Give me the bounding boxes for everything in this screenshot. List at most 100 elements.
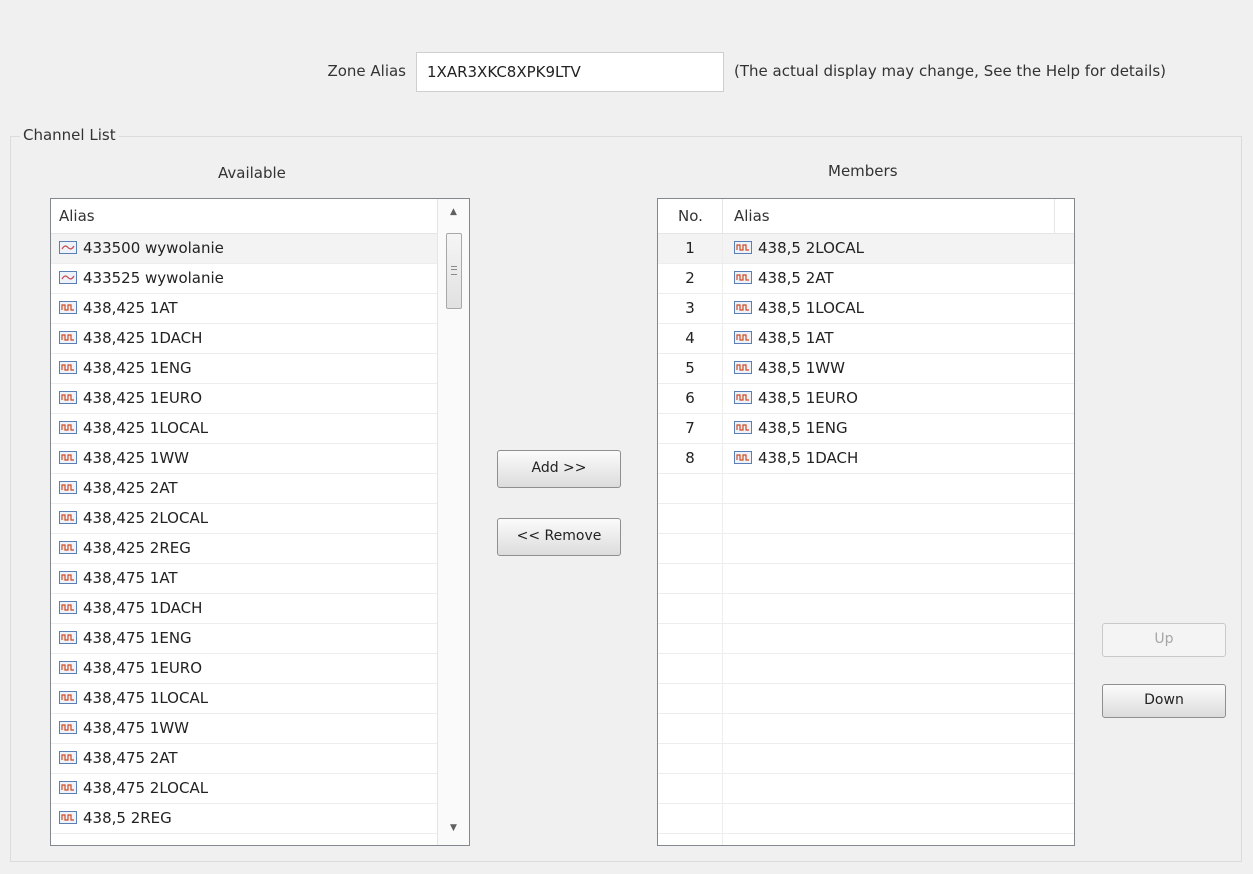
list-item-label: 438,475 1LOCAL: [83, 689, 209, 707]
table-row[interactable]: 2 438,5 2AT: [658, 264, 1074, 294]
list-item-label: 438,425 2LOCAL: [83, 509, 209, 527]
add-button[interactable]: Add >>: [497, 450, 621, 488]
analog-channel-icon: [59, 271, 77, 284]
digital-channel-icon: [59, 391, 77, 404]
digital-channel-icon: [59, 421, 77, 434]
list-item-label: 438,425 1EURO: [83, 389, 203, 407]
list-item-label: 438,475 2LOCAL: [83, 779, 209, 797]
digital-channel-icon: [59, 601, 77, 614]
digital-channel-icon: [59, 571, 77, 584]
zone-alias-label: Zone Alias: [327, 62, 406, 80]
table-row[interactable]: 6 438,5 1EURO: [658, 384, 1074, 414]
member-label: 438,5 1LOCAL: [758, 299, 864, 317]
empty-row: [658, 804, 1074, 834]
list-item-label: 438,425 1DACH: [83, 329, 203, 347]
available-title: Available: [218, 164, 286, 182]
digital-channel-icon: [59, 511, 77, 524]
member-label: 438,5 1AT: [758, 329, 834, 347]
empty-row: [658, 504, 1074, 534]
empty-row: [658, 474, 1074, 504]
down-button[interactable]: Down: [1102, 684, 1226, 718]
digital-channel-icon: [59, 301, 77, 314]
list-item[interactable]: 433525 wywolanie: [51, 264, 469, 294]
digital-channel-icon: [734, 271, 752, 284]
list-item[interactable]: 438,475 1DACH: [51, 594, 469, 624]
available-scrollbar[interactable]: ▲ ▼: [437, 199, 469, 845]
alias-column-header[interactable]: Alias: [59, 207, 95, 225]
digital-channel-icon: [59, 331, 77, 344]
list-item[interactable]: 438,5 2REG: [51, 804, 469, 834]
member-number: 4: [685, 329, 695, 347]
empty-row: [658, 744, 1074, 774]
list-item[interactable]: 438,475 2AT: [51, 744, 469, 774]
list-item[interactable]: 438,425 1ENG: [51, 354, 469, 384]
members-title: Members: [828, 162, 898, 180]
alias-column-header[interactable]: Alias: [734, 207, 770, 225]
list-item[interactable]: 438,475 1EURO: [51, 654, 469, 684]
digital-channel-icon: [734, 421, 752, 434]
digital-channel-icon: [59, 781, 77, 794]
list-item[interactable]: 438,425 1DACH: [51, 324, 469, 354]
list-item-label: 438,425 1LOCAL: [83, 419, 209, 437]
analog-channel-icon: [59, 241, 77, 254]
member-number: 2: [685, 269, 695, 287]
empty-row: [658, 564, 1074, 594]
empty-row: [658, 654, 1074, 684]
list-item[interactable]: 438,475 2LOCAL: [51, 774, 469, 804]
table-row[interactable]: 7 438,5 1ENG: [658, 414, 1074, 444]
scroll-up-arrow-icon[interactable]: ▲: [450, 207, 457, 217]
empty-row: [658, 714, 1074, 744]
no-column-header[interactable]: No.: [678, 207, 703, 225]
table-row[interactable]: 3 438,5 1LOCAL: [658, 294, 1074, 324]
empty-row: [658, 774, 1074, 804]
list-item[interactable]: 438,425 1AT: [51, 294, 469, 324]
scroll-down-arrow-icon[interactable]: ▼: [450, 823, 457, 833]
digital-channel-icon: [59, 361, 77, 374]
list-item-label: 438,5 2REG: [83, 809, 172, 827]
digital-channel-icon: [59, 631, 77, 644]
column-divider: [722, 234, 723, 845]
remove-button[interactable]: << Remove: [497, 518, 621, 556]
digital-channel-icon: [734, 451, 752, 464]
list-item[interactable]: 438,425 2LOCAL: [51, 504, 469, 534]
up-button[interactable]: Up: [1102, 623, 1226, 657]
list-item-label: 438,475 1AT: [83, 569, 178, 587]
list-item[interactable]: 438,425 2AT: [51, 474, 469, 504]
available-list-header: Alias: [51, 199, 469, 234]
list-item[interactable]: 433500 wywolanie: [51, 234, 469, 264]
list-item[interactable]: 438,425 2REG: [51, 534, 469, 564]
list-item-label: 433525 wywolanie: [83, 269, 224, 287]
zone-alias-input[interactable]: [416, 52, 724, 92]
list-item-label: 438,425 1AT: [83, 299, 178, 317]
digital-channel-icon: [59, 481, 77, 494]
list-item[interactable]: 438,425 1EURO: [51, 384, 469, 414]
column-separator: [1054, 199, 1055, 233]
members-list[interactable]: No. Alias 1 438,5 2LOCAL 2 438,5 2AT 3 438,5 …: [657, 198, 1075, 846]
list-item[interactable]: 438,475 1ENG: [51, 624, 469, 654]
table-row[interactable]: 5 438,5 1WW: [658, 354, 1074, 384]
table-row[interactable]: 8 438,5 1DACH: [658, 444, 1074, 474]
table-row[interactable]: 4 438,5 1AT: [658, 324, 1074, 354]
empty-row: [658, 534, 1074, 564]
digital-channel-icon: [734, 361, 752, 374]
digital-channel-icon: [59, 691, 77, 704]
available-list[interactable]: Alias 433500 wywolanie 433525 wywolanie 43…: [50, 198, 470, 846]
list-item[interactable]: 438,475 1AT: [51, 564, 469, 594]
zone-alias-note: (The actual display may change, See the …: [734, 62, 1167, 80]
table-row[interactable]: 1 438,5 2LOCAL: [658, 234, 1074, 264]
member-label: 438,5 2AT: [758, 269, 834, 287]
digital-channel-icon: [734, 391, 752, 404]
list-item-label: 438,475 1ENG: [83, 629, 192, 647]
list-item[interactable]: 438,425 1LOCAL: [51, 414, 469, 444]
list-item-label: 438,425 1WW: [83, 449, 190, 467]
digital-channel-icon: [59, 811, 77, 824]
member-number: 8: [685, 449, 695, 467]
list-item[interactable]: 438,475 1WW: [51, 714, 469, 744]
scroll-thumb[interactable]: [446, 233, 462, 309]
list-item-label: 438,475 1DACH: [83, 599, 203, 617]
list-item-label: 438,475 1WW: [83, 719, 190, 737]
list-item-label: 438,425 2AT: [83, 479, 178, 497]
list-item[interactable]: 438,425 1WW: [51, 444, 469, 474]
digital-channel-icon: [59, 661, 77, 674]
list-item[interactable]: 438,475 1LOCAL: [51, 684, 469, 714]
